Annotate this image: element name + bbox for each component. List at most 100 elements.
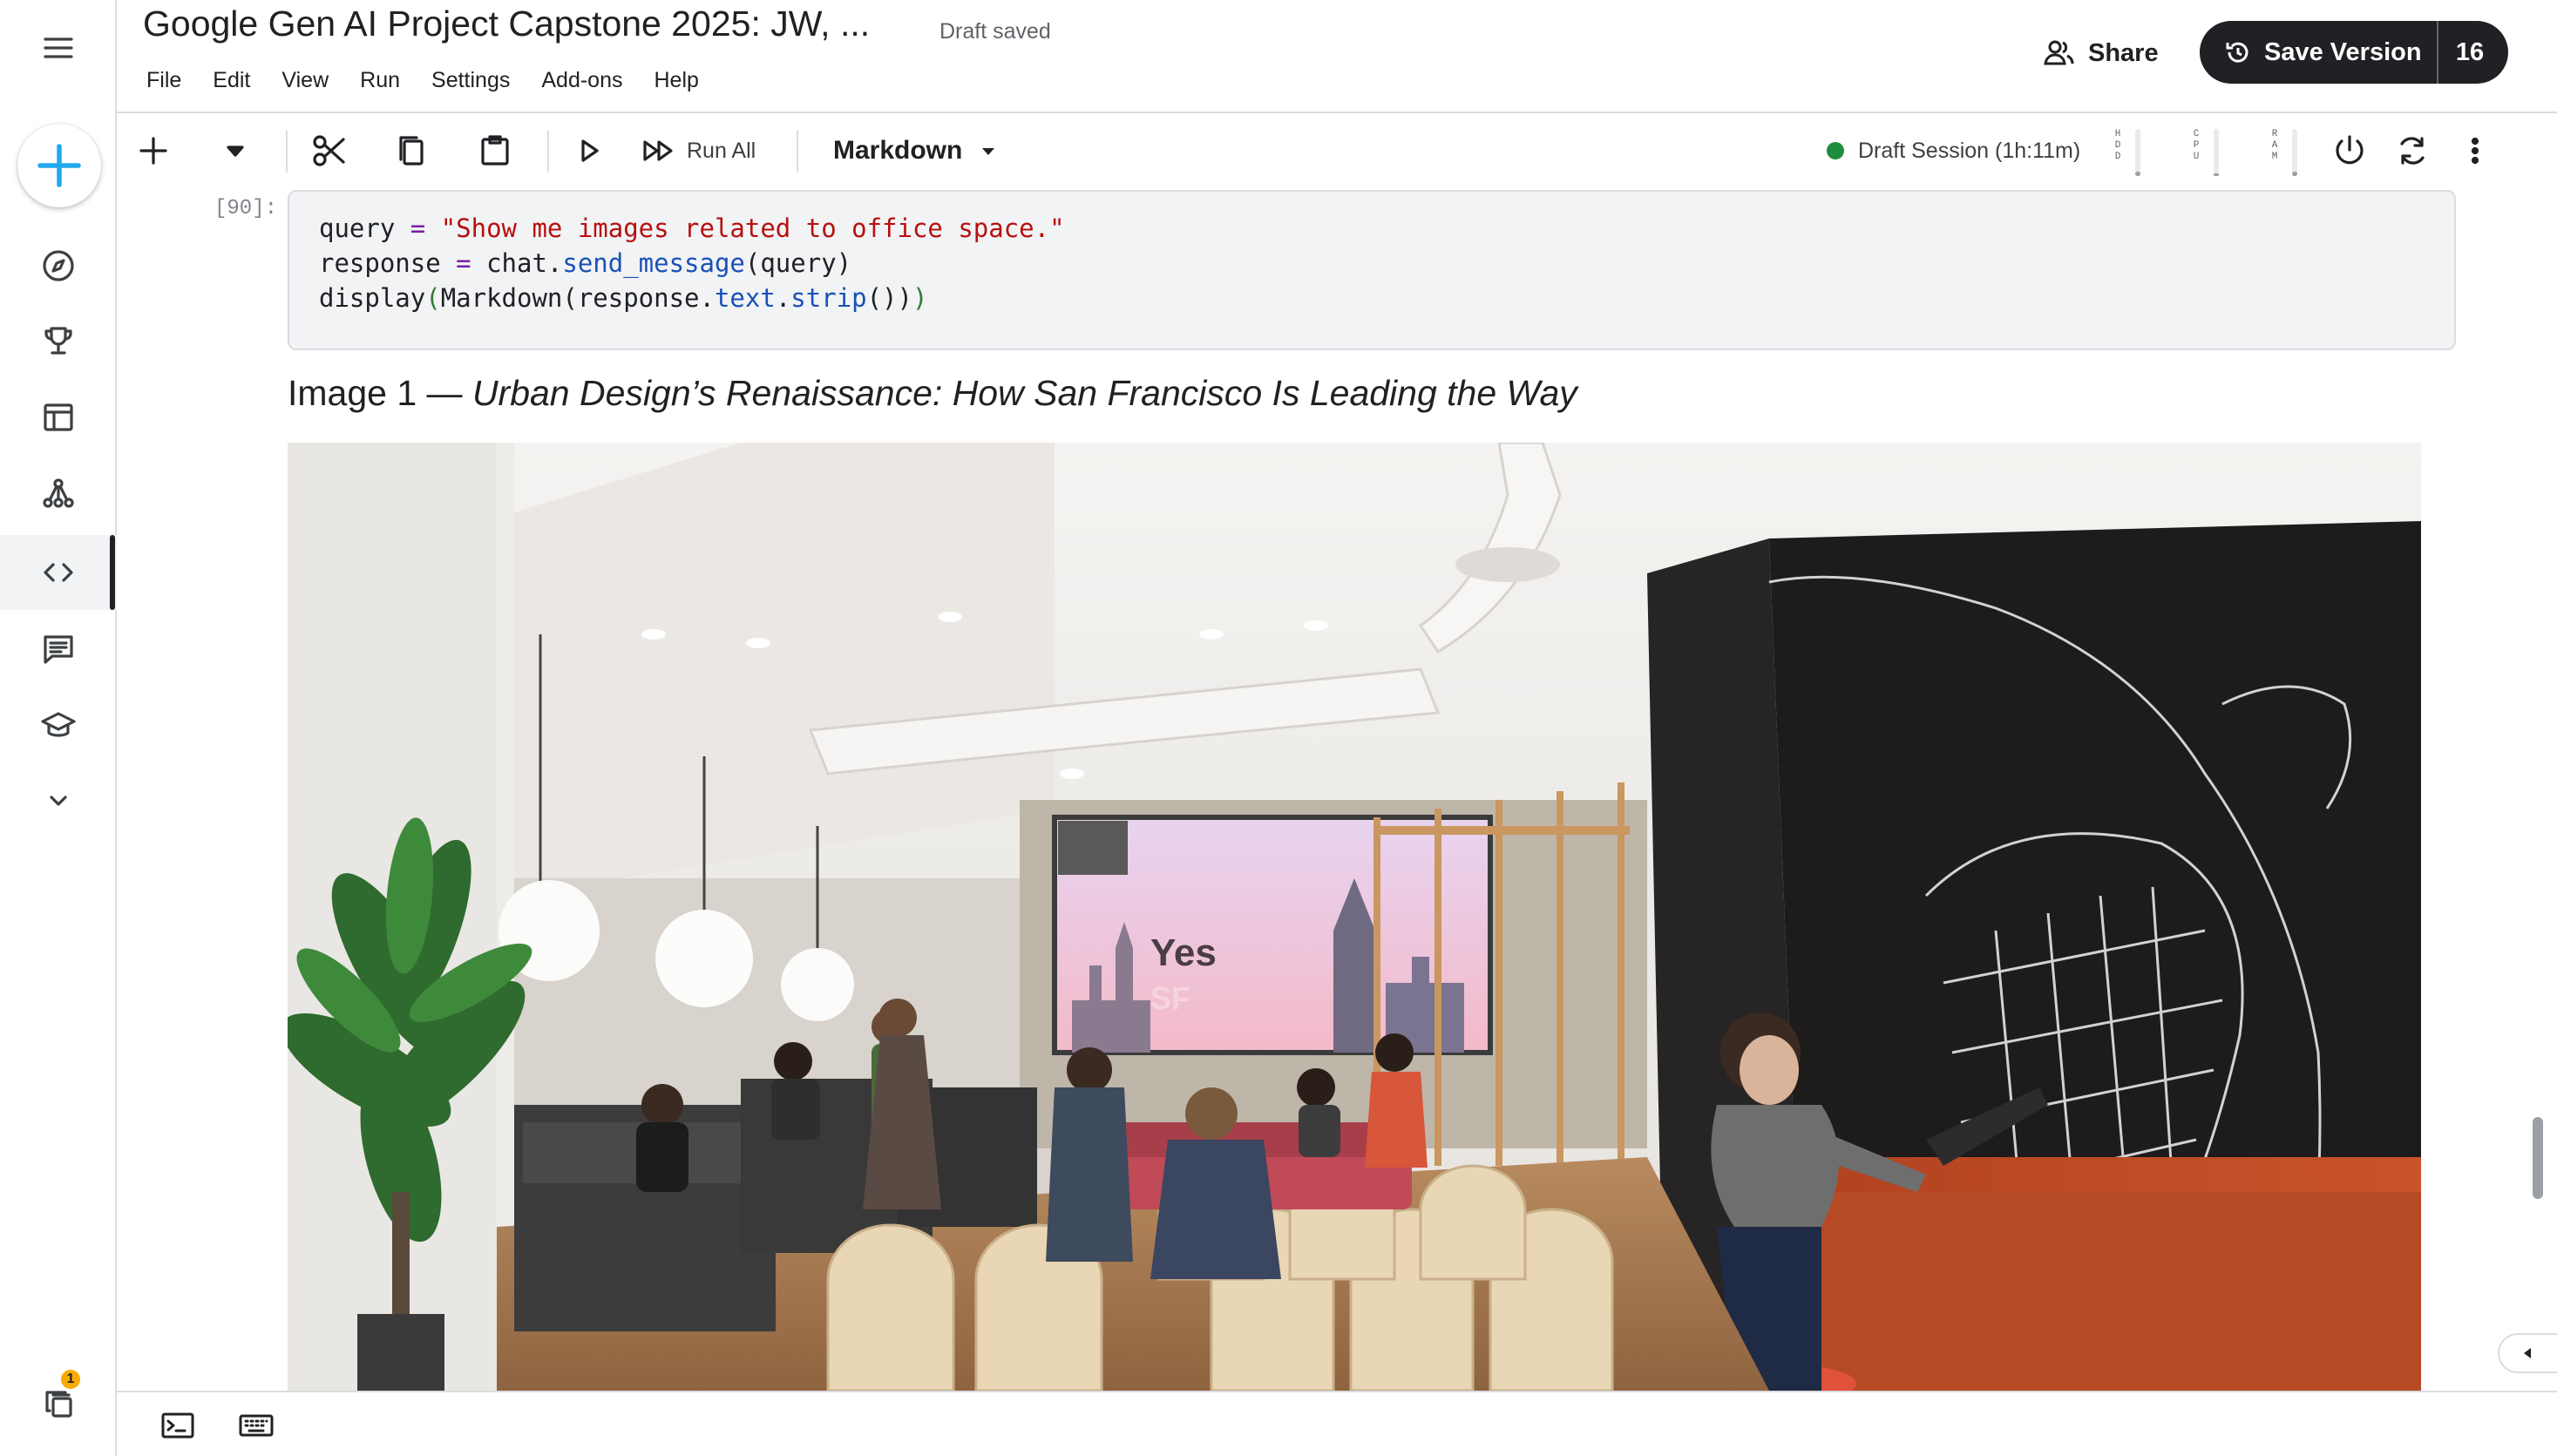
copy-icon — [399, 136, 424, 166]
office-space-photo: Yes SF — [288, 443, 2421, 1391]
add-cell-dropdown[interactable] — [213, 124, 258, 178]
console-button[interactable] — [153, 1401, 202, 1450]
menu-settings[interactable]: Settings — [416, 64, 526, 97]
sidebar-item-more[interactable] — [30, 772, 87, 830]
history-icon — [2226, 42, 2248, 63]
cell-type-select[interactable]: Markdown — [819, 124, 999, 178]
save-status: Draft saved — [939, 19, 1051, 44]
more-options-button[interactable] — [2451, 124, 2499, 178]
copy-button[interactable] — [387, 124, 436, 178]
sidebar-item-code[interactable] — [30, 544, 87, 601]
toolbar-separator — [286, 131, 288, 173]
create-button[interactable] — [17, 124, 101, 207]
version-count[interactable]: 16 — [2438, 38, 2508, 67]
vertical-scrollbar-thumb[interactable] — [2533, 1117, 2543, 1199]
screen-text-yes: Yes — [1150, 931, 1217, 974]
caret-down-icon — [982, 148, 995, 155]
query-string: "Show me images related to office space.… — [440, 213, 1065, 243]
table-icon — [44, 403, 73, 431]
cpu-meter-label: CPU — [2193, 129, 2200, 162]
restart-button[interactable] — [2388, 124, 2437, 178]
save-version-label: Save Version — [2264, 37, 2422, 66]
menu-help[interactable]: Help — [638, 64, 714, 97]
menu-file[interactable]: File — [131, 64, 197, 97]
screen-text-sf: SF — [1150, 980, 1190, 1016]
compass-icon — [43, 250, 74, 281]
code-icon — [44, 563, 73, 582]
models-icon — [43, 478, 74, 508]
footer-divider — [117, 1391, 2557, 1392]
fast-forward-icon — [643, 140, 673, 161]
hdd-meter[interactable]: HDD — [2109, 129, 2147, 176]
ram-meter-bar — [2292, 129, 2297, 176]
stacked-pages-icon — [45, 1391, 72, 1418]
plus-icon — [139, 137, 167, 165]
menu-add-ons[interactable]: Add-ons — [526, 64, 638, 97]
sidebar-item-learn[interactable] — [30, 697, 87, 755]
code-line-2: response = chat.send_message(query) — [319, 248, 852, 278]
sidebar-active-indicator — [110, 535, 115, 610]
ram-meter-label: RAM — [2271, 129, 2278, 162]
paste-button[interactable] — [471, 124, 519, 178]
sidebar-item-models[interactable] — [30, 465, 87, 523]
cell-type-value: Markdown — [833, 136, 963, 165]
cpu-meter[interactable]: CPU — [2187, 129, 2226, 176]
save-version-button[interactable]: Save Version 16 — [2200, 21, 2508, 84]
sidebar-item-competitions[interactable] — [30, 312, 87, 369]
share-button[interactable]: Share — [2031, 23, 2171, 84]
session-status-dot — [1827, 142, 1844, 159]
hamburger-menu-icon[interactable] — [30, 19, 87, 77]
clipboard-icon — [481, 135, 509, 166]
output-heading-title: Urban Design’s Renaissance: How San Fran… — [471, 373, 1577, 413]
menu-bar: File Edit View Run Settings Add-ons Help — [131, 63, 715, 98]
comments-icon — [44, 635, 73, 664]
people-icon — [2044, 40, 2074, 65]
share-label: Share — [2088, 38, 2159, 67]
cut-button[interactable] — [305, 124, 354, 178]
menu-run[interactable]: Run — [344, 64, 416, 97]
school-icon — [41, 712, 76, 737]
scissors-icon — [313, 135, 345, 166]
caret-left-icon — [2524, 1348, 2531, 1358]
output-heading-prefix: Image 1 — — [288, 373, 472, 413]
keyboard-icon — [239, 1414, 274, 1437]
more-vert-icon — [2471, 137, 2479, 165]
toolbar-separator — [547, 131, 549, 173]
terminal-icon — [161, 1412, 194, 1439]
run-cell-button[interactable] — [565, 124, 614, 178]
run-all-button[interactable]: Run All — [640, 124, 779, 178]
menu-view[interactable]: View — [266, 64, 344, 97]
chevron-down-icon — [50, 796, 67, 806]
plus-icon — [37, 144, 81, 187]
hdd-meter-bar — [2135, 129, 2140, 176]
keyboard-shortcuts-button[interactable] — [232, 1401, 281, 1450]
menu-edit[interactable]: Edit — [197, 64, 266, 97]
caret-down-icon — [227, 146, 244, 157]
add-cell-button[interactable] — [131, 124, 176, 178]
expand-side-panel-button[interactable] — [2498, 1333, 2557, 1373]
hdd-meter-label: HDD — [2114, 129, 2121, 162]
code-line-3: display(Markdown(response.text.strip())) — [319, 283, 928, 313]
code-line-1: query = "Show me images related to offic… — [319, 213, 1065, 243]
cpu-meter-bar — [2214, 129, 2219, 176]
sidebar-item-discussions[interactable] — [30, 620, 87, 678]
toolbar-separator — [797, 131, 798, 173]
output-heading: Image 1 — Urban Design’s Renaissance: Ho… — [288, 373, 1577, 414]
code-editor[interactable]: query = "Show me images related to offic… — [319, 211, 1065, 315]
notebook-title[interactable]: Google Gen AI Project Capstone 2025: JW,… — [143, 2, 870, 45]
header-divider — [117, 112, 2557, 113]
power-button[interactable] — [2325, 124, 2374, 178]
code-cell[interactable]: query = "Show me images related to offic… — [288, 190, 2456, 350]
session-status[interactable]: Draft Session (1h:11m) — [1827, 131, 2080, 171]
ram-meter[interactable]: RAM — [2266, 129, 2304, 176]
sidebar-item-explore[interactable] — [30, 237, 87, 295]
play-icon — [581, 139, 599, 162]
power-icon — [2336, 135, 2364, 165]
run-all-label: Run All — [687, 138, 756, 163]
notification-badge: 1 — [61, 1370, 80, 1389]
trophy-icon — [44, 327, 72, 355]
sidebar-item-datasets[interactable] — [30, 389, 87, 446]
execution-count: [90]: — [214, 197, 278, 220]
save-version-main[interactable]: Save Version — [2200, 38, 2437, 67]
session-label: Draft Session (1h:11m) — [1858, 138, 2081, 163]
